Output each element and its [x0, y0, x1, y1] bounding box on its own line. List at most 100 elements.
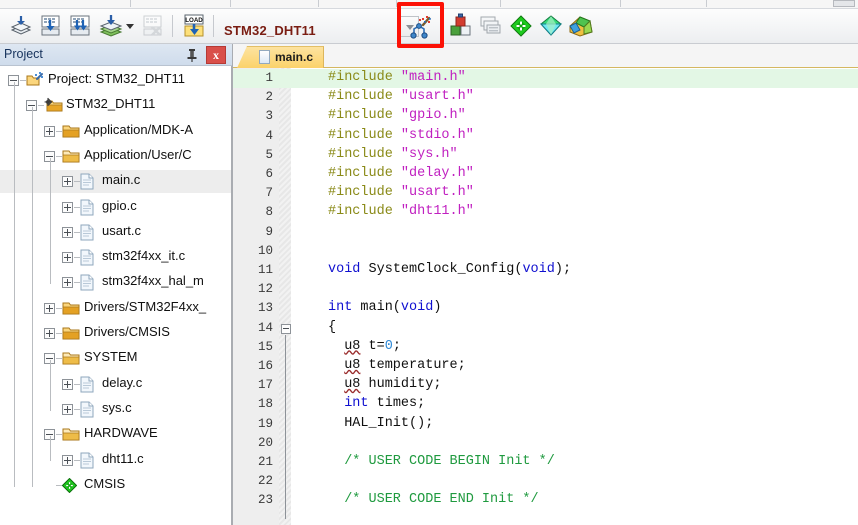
tree-item[interactable]: gpio.c: [0, 196, 231, 219]
tree-item[interactable]: stm32f4xx_hal_m: [0, 271, 231, 294]
code-line: 17 u8 humidity;: [233, 376, 858, 395]
tree-item-label: stm32f4xx_it.c: [102, 248, 186, 264]
translate-file-icon[interactable]: [38, 13, 64, 39]
project-panel-title: Project: [4, 47, 43, 61]
tree-item[interactable]: Application/MDK-A: [0, 120, 231, 143]
tree-item[interactable]: sys.c: [0, 398, 231, 421]
code-line: 15 u8 t=0;: [233, 338, 858, 357]
menu-tick: [500, 0, 501, 7]
configuration-wizard-icon[interactable]: [406, 15, 432, 41]
tree-item[interactable]: stm32f4xx_it.c: [0, 246, 231, 269]
expand-icon[interactable]: [62, 176, 73, 188]
expand-icon[interactable]: [44, 125, 55, 137]
tree-item-label: stm32f4xx_hal_m: [102, 273, 204, 289]
expand-icon[interactable]: [62, 201, 73, 213]
line-number: 3: [265, 109, 273, 124]
tree-item[interactable]: dht11.c: [0, 449, 231, 472]
manage-project-items-icon[interactable]: [478, 13, 504, 39]
folder-icon: [62, 123, 80, 142]
tree-guide: [14, 82, 15, 487]
expand-icon[interactable]: [62, 252, 73, 264]
chevron-down-icon[interactable]: [126, 24, 134, 29]
expand-icon[interactable]: [62, 454, 73, 466]
code-line: 7 #include "usart.h": [233, 184, 858, 203]
expand-icon[interactable]: [62, 277, 73, 289]
tree-item[interactable]: Drivers/STM32F4xx_: [0, 297, 231, 320]
toolbar-separator: [213, 15, 214, 37]
code-line: 10: [233, 242, 858, 261]
folder-open-icon: [62, 148, 80, 167]
tree-item-label: HARDWAVE: [84, 425, 158, 441]
tree-item[interactable]: SYSTEM: [0, 347, 231, 370]
code-line: 2 #include "usart.h": [233, 88, 858, 107]
close-panel-button[interactable]: x: [206, 46, 226, 64]
code-line: 18 int times;: [233, 395, 858, 414]
editor-area: main.c 1 #include "main.h" 2 #include "usar…: [233, 44, 858, 525]
build-target-icon[interactable]: [68, 13, 94, 39]
code-text: u8 temperature;: [344, 358, 466, 373]
expand-icon[interactable]: [44, 328, 55, 339]
tree-item[interactable]: usart.c: [0, 221, 231, 244]
stop-build-icon: [140, 13, 166, 39]
code-line: 11 void SystemClock_Config(void);: [233, 261, 858, 280]
toolbar-separator: [440, 15, 441, 37]
code-line: 6 #include "delay.h": [233, 165, 858, 184]
file-icon: [80, 199, 94, 219]
code-line: 8 #include "dht11.h": [233, 203, 858, 222]
line-number: 21: [257, 455, 273, 469]
line-number: 1: [265, 71, 273, 85]
expand-icon[interactable]: [62, 226, 73, 238]
code-text: int times;: [344, 396, 426, 412]
tree-item[interactable]: CMSIS: [0, 474, 231, 497]
options-for-target-icon[interactable]: [448, 13, 474, 39]
project-tree[interactable]: Project: STM32_DHT11 STM32_DHT11 Applicati…: [0, 67, 231, 524]
menu-tick: [706, 0, 707, 7]
code-text: void SystemClock_Config(void);: [328, 262, 572, 277]
menu-bar[interactable]: [0, 0, 858, 9]
tree-item[interactable]: HARDWAVE: [0, 423, 231, 446]
code-line: 3 #include "gpio.h": [233, 107, 858, 126]
fold-collapse-icon[interactable]: [281, 323, 291, 334]
code-line: 19 HAL_Init();: [233, 415, 858, 434]
tree-item[interactable]: STM32_DHT11: [0, 94, 231, 117]
batch-build-icon[interactable]: [8, 13, 34, 39]
tree-item-label: CMSIS: [84, 475, 126, 491]
tree-guide: [50, 436, 51, 462]
code-view[interactable]: 1 #include "main.h" 2 #include "usart.h" 3 #i…: [233, 68, 858, 525]
line-number: 4: [265, 128, 273, 143]
menu-tick: [230, 0, 231, 7]
line-number: 20: [257, 435, 273, 450]
multi-project-icon[interactable]: [568, 13, 594, 39]
rebuild-all-icon[interactable]: [98, 13, 124, 39]
keil-uvision-window: LOAD STM32_DHT11 Project x Project: STM3…: [0, 0, 858, 525]
auto-hide-pin-icon[interactable]: [184, 47, 200, 63]
pack-installer-icon[interactable]: [508, 13, 534, 39]
file-icon: [80, 376, 94, 396]
line-number: 2: [265, 90, 273, 105]
expand-icon[interactable]: [44, 302, 55, 314]
line-number: 5: [265, 147, 273, 162]
tree-item[interactable]: Drivers/CMSIS: [0, 322, 231, 345]
tree-item-label: gpio.c: [102, 197, 137, 213]
tree-item[interactable]: delay.c: [0, 373, 231, 396]
line-number: 10: [257, 243, 273, 258]
code-text: /* USER CODE BEGIN Init */: [344, 454, 555, 469]
tree-item[interactable]: main.c: [0, 170, 231, 194]
expand-icon[interactable]: [62, 403, 73, 415]
expand-icon[interactable]: [62, 378, 73, 390]
window-minimize-button[interactable]: [833, 0, 855, 7]
run-time-environment-icon[interactable]: [538, 13, 564, 39]
tree-item[interactable]: Application/User/C: [0, 145, 231, 168]
code-line: 9: [233, 223, 858, 242]
folder-icon: [62, 300, 80, 319]
project-panel: Project x Project: STM32_DHT11 STM32_DHT1…: [0, 44, 232, 525]
tree-item-label: Application/MDK-A: [84, 121, 194, 137]
line-number: 19: [257, 416, 273, 431]
tree-item[interactable]: Project: STM32_DHT11: [0, 69, 231, 92]
line-number: 11: [257, 263, 273, 277]
tab-main-c[interactable]: main.c: [237, 46, 325, 68]
code-line: 23 /* USER CODE END Init */: [233, 491, 858, 510]
download-load-icon[interactable]: LOAD: [181, 13, 207, 39]
menu-tick: [318, 0, 319, 7]
toolbar-separator: [172, 15, 173, 37]
